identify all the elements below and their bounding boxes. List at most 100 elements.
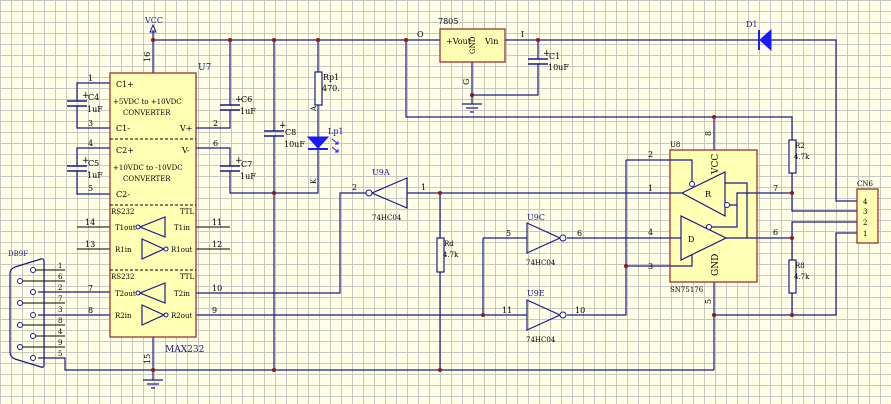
u8-ref: U8 xyxy=(670,141,680,149)
cn6-ref: CN6 xyxy=(857,180,873,188)
schematic: VCC 16 U7 MAX232 C1+ C1- C2+ C2- V+ V- +… xyxy=(8,16,879,389)
pin-12: 12 xyxy=(212,240,222,249)
pin-11: 11 xyxy=(212,218,222,227)
db9-pin: 8 xyxy=(58,317,62,325)
led-icon xyxy=(306,136,330,149)
pin-4: 4 xyxy=(88,139,93,148)
receiver-label: R xyxy=(705,190,712,199)
db9-pin: 3 xyxy=(58,306,62,314)
t2out-label: T2out xyxy=(115,290,136,298)
pin-6: 6 xyxy=(577,229,582,238)
rd-ref: Rd xyxy=(444,240,454,248)
pin-g: G xyxy=(462,79,471,85)
converter-2-sub: CONVERTER xyxy=(123,175,171,183)
u9c-part: 74HC04 xyxy=(526,259,556,267)
pin-5: 5 xyxy=(506,229,511,238)
pin-4: 4 xyxy=(648,228,653,237)
converter-1-sub: CONVERTER xyxy=(123,109,171,117)
led-cathode-label: K xyxy=(310,178,318,184)
pin-6: 6 xyxy=(213,139,218,148)
c5-value: 1uF xyxy=(87,171,103,180)
r1in-label: R1in xyxy=(115,246,132,254)
led-anode-label: A xyxy=(310,105,318,112)
c6-value: 1uF xyxy=(240,107,256,116)
pin-c1m: C1- xyxy=(116,124,130,133)
converter-1-label: +5VDC to +10VDC xyxy=(113,98,182,106)
pin-2: 2 xyxy=(213,119,218,128)
pin-7: 7 xyxy=(773,184,778,193)
pin-c1p: C1+ xyxy=(116,80,134,89)
pin-10: 10 xyxy=(575,306,585,315)
u9a-ref: U9A xyxy=(372,168,390,177)
r8-value: 4.7k xyxy=(794,273,810,281)
pin-16: 16 xyxy=(143,52,152,62)
r2out-label: R2out xyxy=(171,312,192,320)
pin-11: 11 xyxy=(502,306,512,315)
db9-pin: 4 xyxy=(58,328,63,336)
pin-1: 1 xyxy=(88,74,93,83)
r2-value: 4.7k xyxy=(794,153,810,161)
db9-pin: 7 xyxy=(58,295,62,303)
pin-c2m: C2- xyxy=(116,190,130,199)
u9a-part: 74HC04 xyxy=(372,214,402,222)
lp1-ref: Lp1 xyxy=(328,127,344,136)
pin-14: 14 xyxy=(85,218,95,227)
c8-ref: C8 xyxy=(285,128,296,137)
pin-1: 1 xyxy=(421,183,426,192)
pin-1: 1 xyxy=(648,184,653,193)
pin-3: 3 xyxy=(88,119,93,128)
db9-pin: 9 xyxy=(58,339,62,347)
u8-gnd-label: GND xyxy=(711,254,721,276)
db9-ref: DB9F xyxy=(8,250,28,258)
pin-10: 10 xyxy=(212,284,222,293)
connector-db9f: DB9F 1 6 2 7 3 8 4 9 5 xyxy=(8,250,63,368)
cn6-pin: 4 xyxy=(863,198,868,206)
pin-8: 8 xyxy=(88,306,93,315)
pin-vplus: V+ xyxy=(179,124,192,133)
u9a-inverter: U9A 74HC04 2 1 xyxy=(352,168,426,222)
c6-ref: C6 xyxy=(241,95,252,104)
c4-ref: C4 xyxy=(88,93,99,102)
t1in-label: T1in xyxy=(174,224,190,232)
c7-ref: C7 xyxy=(241,160,252,169)
r2-ref: R2 xyxy=(795,142,805,150)
t1out-label: T1out xyxy=(115,224,136,232)
cn6-pin: 1 xyxy=(863,230,867,238)
cn6-pin: 2 xyxy=(863,219,867,227)
u7-max232: U7 MAX232 C1+ C1- C2+ C2- V+ V- +5VDC to… xyxy=(85,63,222,364)
ttl-label-2: TTL xyxy=(180,273,194,281)
db9-pin: 6 xyxy=(58,273,63,281)
rs232-label-1: RS232 xyxy=(111,208,134,216)
driver-label: D xyxy=(688,235,694,244)
pin-9: 9 xyxy=(212,306,217,315)
diode-icon xyxy=(759,28,772,52)
rs232-label-2: RS232 xyxy=(111,273,134,281)
vcc-label: VCC xyxy=(144,16,163,25)
rp1-value: 470. xyxy=(322,84,340,93)
pin-2: 2 xyxy=(352,183,357,192)
pin-2: 2 xyxy=(648,150,653,159)
r8-ref: R8 xyxy=(795,262,805,270)
c1-value: 10uF xyxy=(548,63,569,72)
pin-gnd: GND xyxy=(469,36,477,54)
pin-vout: +Vout xyxy=(446,37,472,46)
pin-3: 3 xyxy=(648,262,653,271)
c1-ref: C1 xyxy=(549,52,560,61)
pin-15: 15 xyxy=(143,354,152,364)
d1-ref: D1 xyxy=(746,20,758,29)
pin-7: 7 xyxy=(88,284,93,293)
pin-13: 13 xyxy=(85,240,95,249)
pin-o: O xyxy=(417,30,424,39)
u7-ref: U7 xyxy=(198,63,212,73)
r1out-label: R1out xyxy=(171,246,192,254)
db9-pin: 2 xyxy=(58,284,62,292)
c5-ref: C5 xyxy=(88,159,99,168)
u7-part: MAX232 xyxy=(165,345,204,355)
cn6-pin: 3 xyxy=(863,208,867,216)
led-indicator: Rp1 470. A Lp1 K xyxy=(306,71,344,184)
converter-2-label: +10VDC to -10VDC xyxy=(113,164,183,172)
u8-part: SN75176 xyxy=(670,286,704,294)
u9e-inverter: U9E 74HC04 11 10 xyxy=(502,289,585,344)
u8-vcc-label: VCC xyxy=(711,154,721,175)
c7-value: 1uF xyxy=(240,172,256,181)
